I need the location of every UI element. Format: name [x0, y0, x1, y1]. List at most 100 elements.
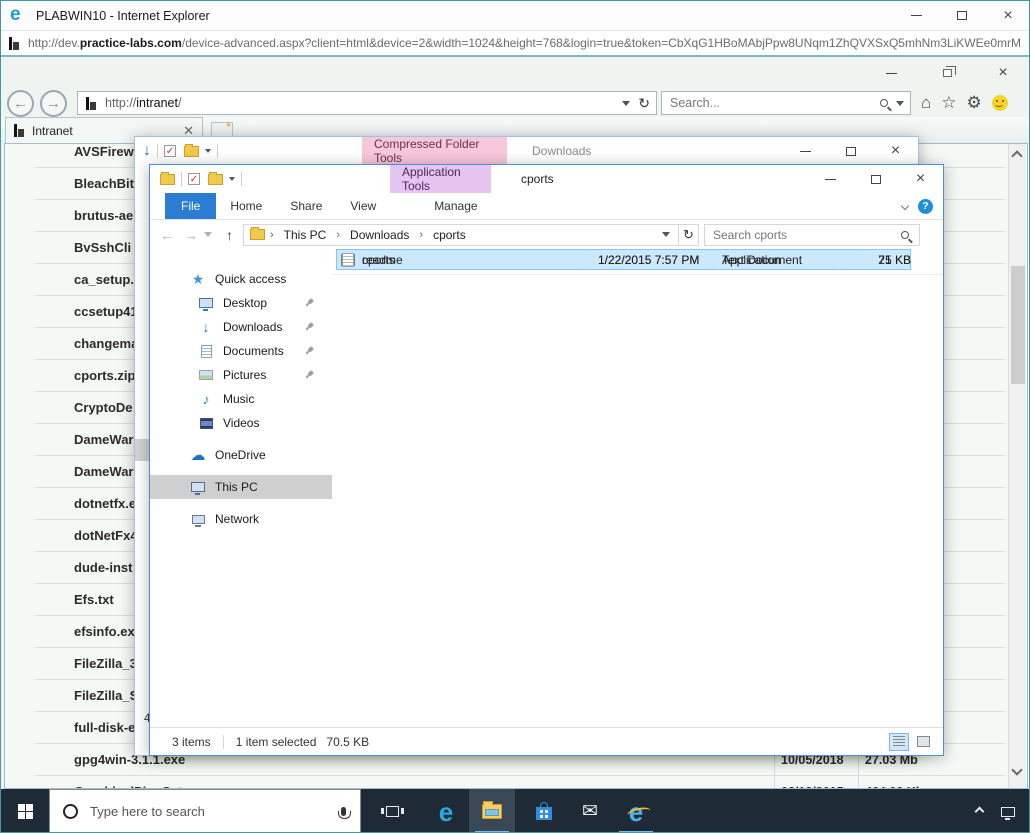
search-dropdown-icon[interactable]	[896, 100, 904, 106]
application-tools-tab[interactable]: Application Tools	[390, 165, 491, 193]
downloads-minimize-button[interactable]	[783, 137, 828, 165]
breadcrumb-bar[interactable]: › This PC › Downloads › cports	[243, 223, 679, 246]
nav-history-icon[interactable]	[204, 232, 212, 237]
explorer-close-button[interactable]: ×	[898, 165, 943, 193]
downloads-icon: ↓	[202, 319, 210, 335]
details-view-button[interactable]	[889, 732, 909, 751]
search-placeholder: Search...	[670, 96, 721, 110]
qat-properties-icon[interactable]: ✓	[164, 145, 176, 157]
sidebar-item[interactable]: ♪ Music	[150, 387, 332, 411]
status-selected-size: 70.5 KB	[326, 734, 370, 749]
show-hidden-icons-chevron[interactable]	[974, 806, 985, 817]
search-icon[interactable]	[880, 99, 888, 107]
store-icon	[536, 802, 552, 820]
qat-new-folder-icon[interactable]	[184, 143, 199, 157]
sidebar-item[interactable]: Pictures	[150, 363, 332, 387]
sidebar-item[interactable]: This PC	[150, 475, 332, 499]
store-taskbar-button[interactable]	[521, 789, 567, 832]
inner-close-button[interactable]: ×	[975, 57, 1029, 89]
home-icon[interactable]: ⌂	[921, 93, 931, 113]
outer-address-bar[interactable]: http://dev.practice-labs.com/device-adva…	[1, 31, 1029, 57]
scrollbar-thumb[interactable]	[1011, 266, 1025, 384]
taskbar: Type here to search e ✉ e	[1, 789, 1029, 832]
sidebar-item[interactable]: Network	[150, 507, 332, 531]
taskbar-search-box[interactable]: Type here to search	[49, 789, 361, 832]
ie-taskbar-button[interactable]: e	[613, 789, 659, 832]
breadcrumb-downloads[interactable]: Downloads	[345, 228, 414, 242]
back-button[interactable]: ←	[7, 89, 34, 117]
sidebar-item[interactable]: ☁ OneDrive	[150, 443, 332, 467]
breadcrumb-cports[interactable]: cports	[428, 228, 471, 242]
explorer-window-icon	[160, 171, 175, 185]
explorer-status-bar: 3 items 1 item selected 70.5 KB	[150, 727, 943, 755]
feedback-smiley-icon[interactable]	[991, 95, 1008, 111]
nav-back-icon[interactable]: ←	[160, 227, 174, 243]
address-field[interactable]: http://intranet/ ↻	[77, 91, 657, 115]
file-link-row[interactable]: GraphicalPingSetup.exe 02/12/2015 464.00…	[5, 776, 1007, 788]
ribbon-tab-manage[interactable]: Manage	[410, 193, 501, 219]
inner-browser-titlebar: ×	[1, 57, 1029, 89]
breadcrumb-folder-icon	[250, 227, 265, 240]
pin-icon	[302, 296, 316, 310]
ribbon-tab[interactable]: View	[336, 193, 390, 219]
explorer-refresh-icon[interactable]: ↻	[679, 223, 699, 246]
network-tray-icon[interactable]	[1001, 806, 1015, 820]
scroll-up-icon[interactable]	[1011, 150, 1023, 162]
explorer-search-icon[interactable]	[901, 230, 909, 239]
status-item-count: 3 items	[172, 734, 211, 749]
downloads-close-button[interactable]: ×	[873, 137, 918, 165]
edge-taskbar-button[interactable]: e	[423, 789, 469, 832]
sidebar-item[interactable]: Desktop	[150, 291, 332, 315]
task-view-button[interactable]	[369, 789, 415, 832]
thumbnails-view-button[interactable]	[913, 733, 933, 751]
file-explorer-taskbar-button[interactable]	[469, 789, 515, 832]
breadcrumb-dropdown-icon[interactable]	[662, 232, 670, 237]
sidebar-item[interactable]: Documents	[150, 339, 332, 363]
browser-search-field[interactable]: Search...	[661, 91, 911, 115]
explorer-minimize-button[interactable]	[808, 165, 853, 193]
qat-new-folder-icon[interactable]	[208, 171, 223, 185]
compressed-folder-tools-tab[interactable]: Compressed Folder Tools	[362, 137, 507, 165]
pictures-icon	[198, 368, 214, 382]
inner-restore-button[interactable]	[919, 57, 975, 89]
mail-taskbar-button[interactable]: ✉	[567, 789, 613, 832]
outer-close-button[interactable]: ×	[985, 1, 1029, 30]
nav-forward-icon[interactable]: →	[184, 227, 198, 243]
explorer-maximize-button[interactable]	[853, 165, 898, 193]
address-dropdown-icon[interactable]	[622, 100, 631, 106]
scroll-down-icon[interactable]	[1011, 764, 1023, 776]
qat-customize-icon[interactable]	[229, 177, 235, 181]
outer-maximize-button[interactable]	[939, 1, 985, 30]
help-icon[interactable]: ?	[918, 198, 933, 214]
breadcrumb-this-pc[interactable]: This PC	[279, 228, 332, 242]
sidebar-item[interactable]: ★ Quick access	[150, 267, 332, 291]
start-button[interactable]	[1, 789, 49, 832]
cports-explorer-window[interactable]: ✓ Application Tools cports × File Home S…	[149, 164, 944, 756]
inner-minimize-button[interactable]	[863, 57, 919, 89]
ribbon-collapse-icon[interactable]	[900, 201, 910, 211]
sidebar-item[interactable]: ↓ Downloads	[150, 315, 332, 339]
qat-properties-icon[interactable]: ✓	[188, 173, 200, 185]
outer-url-text: http://dev.practice-labs.com/device-adva…	[28, 36, 1021, 50]
explorer-search-field[interactable]: Search cports	[704, 223, 920, 246]
ribbon-tab[interactable]: Share	[276, 193, 336, 219]
microphone-icon[interactable]	[338, 807, 351, 819]
explorer-navbar: ← → ↑ › This PC › Downloads › cports ↻ Sear…	[150, 220, 943, 249]
ribbon-tab[interactable]: File	[165, 193, 217, 219]
sidebar-item[interactable]: Videos	[150, 411, 332, 435]
file-row[interactable]: readme 1/22/2015 7:57 PM Text Document 2…	[336, 249, 911, 270]
outer-minimize-button[interactable]	[893, 1, 939, 30]
ribbon-tab[interactable]: Home	[216, 193, 276, 219]
explorer-search-placeholder: Search cports	[713, 227, 788, 242]
downloads-maximize-button[interactable]	[828, 137, 873, 165]
desktop-icon	[198, 296, 214, 311]
nav-up-icon[interactable]: ↑	[226, 227, 233, 243]
forward-button[interactable]: →	[40, 89, 67, 117]
favorites-star-icon[interactable]: ☆	[941, 93, 956, 113]
refresh-icon[interactable]: ↻	[638, 95, 650, 112]
qat-customize-icon[interactable]	[205, 149, 211, 153]
settings-gear-icon[interactable]: ⚙	[967, 93, 982, 113]
cortana-icon	[63, 804, 78, 819]
music-icon: ♪	[202, 391, 210, 407]
page-scrollbar[interactable]	[1008, 144, 1026, 788]
